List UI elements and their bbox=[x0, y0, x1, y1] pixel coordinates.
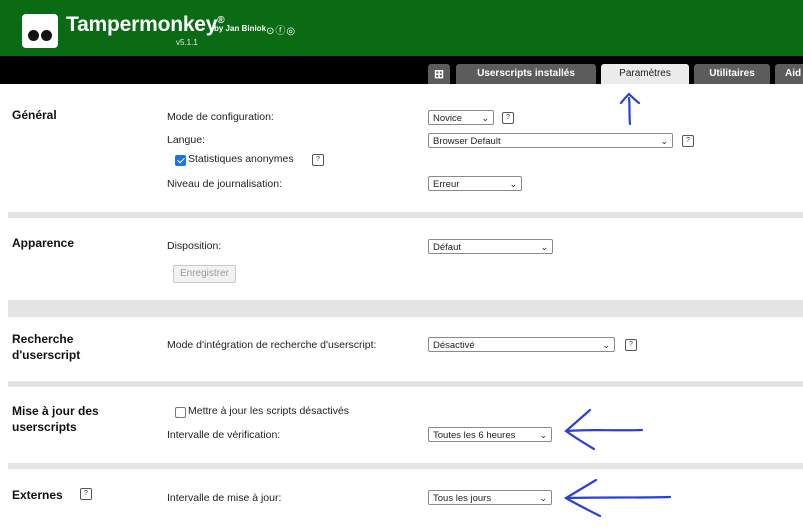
section-title-update-line1: Mise à jour des bbox=[12, 404, 99, 418]
section-title-search-line1: Recherche bbox=[12, 332, 74, 346]
save-button[interactable]: Enregistrer bbox=[173, 265, 236, 283]
section-title-update-line2: userscripts bbox=[12, 420, 77, 434]
annotation-left-arrow-icon bbox=[564, 408, 644, 451]
section-divider bbox=[8, 381, 803, 387]
layout-label: Disposition: bbox=[167, 240, 222, 252]
config-mode-select[interactable]: Novice ⌄ bbox=[428, 110, 494, 125]
help-icon[interactable]: ? bbox=[502, 112, 514, 124]
section-title-search-line2: d'userscript bbox=[12, 348, 81, 362]
update-disabled-checkbox[interactable] bbox=[175, 407, 186, 418]
tab-utilities[interactable]: Utilitaires bbox=[694, 64, 770, 84]
new-script-tab-icon[interactable]: ⊞ bbox=[428, 64, 450, 84]
log-level-value: Erreur bbox=[433, 179, 460, 190]
section-title-externals: Externes bbox=[12, 488, 63, 502]
log-level-select[interactable]: Erreur ⌄ bbox=[428, 176, 522, 191]
help-icon[interactable]: ? bbox=[80, 488, 92, 500]
annotation-up-arrow-icon bbox=[619, 92, 641, 126]
help-icon[interactable]: ? bbox=[682, 135, 694, 147]
config-mode-value: Novice bbox=[433, 113, 463, 124]
section-title-general: Général bbox=[12, 108, 57, 122]
language-value: Browser Default bbox=[433, 136, 501, 147]
app-title: Tampermonkey® bbox=[66, 13, 225, 37]
section-divider bbox=[8, 300, 803, 317]
annotation-left-arrow-icon bbox=[563, 478, 672, 518]
help-icon[interactable]: ? bbox=[312, 154, 324, 166]
tampermonkey-logo bbox=[22, 14, 58, 48]
chevron-down-icon: ⌄ bbox=[602, 340, 610, 350]
update-disabled-label: Mettre à jour les scripts désactivés bbox=[188, 405, 350, 417]
update-interval-select[interactable]: Tous les jours ⌄ bbox=[428, 490, 552, 505]
section-title-appearance: Apparence bbox=[12, 236, 75, 250]
search-integration-select[interactable]: Désactivé ⌄ bbox=[428, 337, 615, 352]
chevron-down-icon: ⌄ bbox=[539, 430, 547, 440]
anon-stats-label: Statistiques anonymes bbox=[188, 153, 294, 165]
update-interval-label: Intervalle de mise à jour: bbox=[167, 492, 282, 504]
section-divider bbox=[8, 212, 803, 218]
anon-stats-checkbox[interactable] bbox=[175, 155, 186, 166]
author-byline[interactable]: by Jan Biniok bbox=[214, 24, 266, 33]
layout-select[interactable]: Défaut ⌄ bbox=[428, 239, 553, 254]
social-icons[interactable]: ⊙ⓕ◎ bbox=[266, 22, 296, 37]
tab-help[interactable]: Aid bbox=[775, 64, 803, 84]
tab-settings[interactable]: Paramètres bbox=[601, 64, 689, 84]
config-mode-label: Mode de configuration: bbox=[167, 111, 274, 123]
search-integration-value: Désactivé bbox=[433, 340, 475, 351]
update-interval-value: Tous les jours bbox=[433, 493, 492, 504]
chevron-down-icon: ⌄ bbox=[509, 179, 517, 189]
help-icon[interactable]: ? bbox=[625, 339, 637, 351]
version-label: v5.1.1 bbox=[176, 38, 198, 47]
app-header: Tampermonkey® by Jan Biniok ⊙ⓕ◎ v5.1.1 bbox=[0, 0, 803, 56]
layout-value: Défaut bbox=[433, 242, 461, 253]
chevron-down-icon: ⌄ bbox=[540, 242, 548, 252]
section-general bbox=[8, 90, 803, 212]
chevron-down-icon: ⌄ bbox=[481, 113, 489, 123]
app-name: Tampermonkey bbox=[66, 13, 218, 36]
chevron-down-icon: ⌄ bbox=[660, 136, 668, 146]
check-interval-value: Toutes les 6 heures bbox=[433, 430, 516, 441]
check-interval-label: Intervalle de vérification: bbox=[167, 429, 281, 441]
chevron-down-icon: ⌄ bbox=[539, 493, 547, 503]
check-interval-select[interactable]: Toutes les 6 heures ⌄ bbox=[428, 427, 552, 442]
log-level-label: Niveau de journalisation: bbox=[167, 178, 282, 190]
search-integration-label: Mode d'intégration de recherche d'usersc… bbox=[167, 339, 377, 351]
tab-installed-userscripts[interactable]: Userscripts installés bbox=[456, 64, 596, 84]
section-divider bbox=[8, 463, 803, 469]
tab-bar: ⊞ Userscripts installés Paramètres Utili… bbox=[0, 56, 803, 84]
language-select[interactable]: Browser Default ⌄ bbox=[428, 133, 673, 148]
language-label: Langue: bbox=[167, 134, 205, 146]
